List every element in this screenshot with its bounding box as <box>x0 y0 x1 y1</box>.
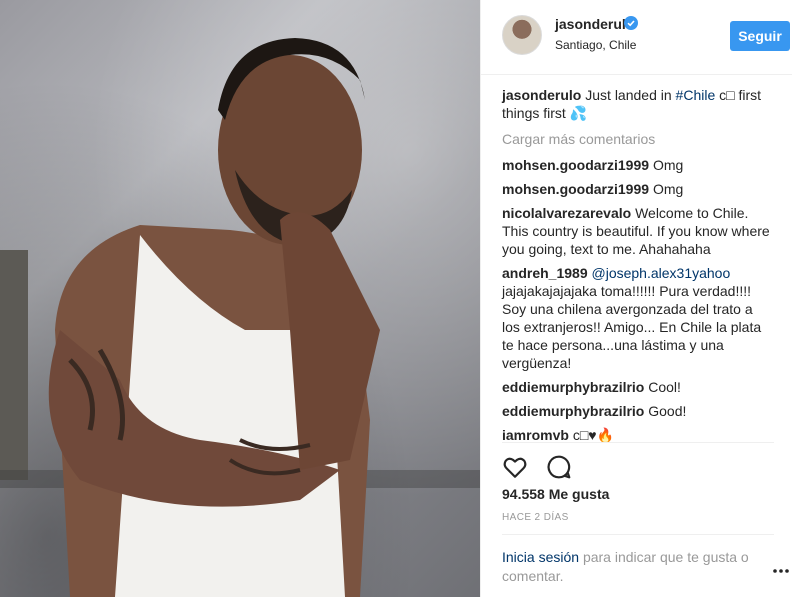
post-timestamp[interactable]: HACE 2 DÍAS <box>502 512 569 523</box>
comment-text: Good! <box>648 403 687 419</box>
comment-text: jajajakajajajaka toma!!!!!! Pura verdad!… <box>502 283 762 371</box>
photo-subject-illustration <box>48 38 380 597</box>
caption: jasonderulo Just landed in #Chile c□ fir… <box>502 86 774 122</box>
instagram-post: jasonderulo Santiago, Chile Seguir jason… <box>0 0 792 597</box>
comment-username[interactable]: eddiemurphybrazilrio <box>502 403 644 419</box>
caption-hashtag[interactable]: #Chile <box>676 87 716 103</box>
post-photo[interactable] <box>0 0 480 597</box>
caption-username[interactable]: jasonderulo <box>502 87 581 103</box>
comment-item: eddiemurphybrazilrio Cool! <box>502 378 774 396</box>
comment-text: Omg <box>652 157 684 173</box>
login-link[interactable]: Inicia sesión <box>502 549 579 565</box>
comment-username[interactable]: andreh_1989 <box>502 265 588 281</box>
login-prompt: Inicia sesión para indicar que te gusta … <box>502 548 762 586</box>
comment-username[interactable]: mohsen.goodarzi1999 <box>502 157 649 173</box>
comment-text: Omg <box>652 181 684 197</box>
post-header: jasonderulo Santiago, Chile Seguir <box>481 0 792 75</box>
avatar[interactable] <box>502 15 542 55</box>
comment-username[interactable]: iamromvb <box>502 427 569 443</box>
comment-item: eddiemurphybrazilrio Good! <box>502 402 774 420</box>
comment-mention[interactable]: @joseph.alex31yahoo <box>592 265 731 281</box>
post-actions <box>502 454 586 480</box>
comment-text: c□♥🔥 <box>572 427 615 443</box>
follow-button[interactable]: Seguir <box>730 21 790 51</box>
comment-item: nicolalvarezarevalo Welcome to Chile. Th… <box>502 204 774 258</box>
verified-badge-icon <box>624 16 638 30</box>
comment-item: mohsen.goodarzi1999 Omg <box>502 180 774 198</box>
caption-text-before: Just landed in <box>585 87 672 103</box>
comment-item: mohsen.goodarzi1999 Omg <box>502 156 774 174</box>
comment-item: andreh_1989 @joseph.alex31yahoo jajajaka… <box>502 264 774 372</box>
more-options-icon[interactable] <box>772 566 790 576</box>
load-more-comments-link[interactable]: Cargar más comentarios <box>502 130 774 148</box>
comments-list: jasonderulo Just landed in #Chile c□ fir… <box>502 86 774 450</box>
post-sidebar: jasonderulo Santiago, Chile Seguir jason… <box>480 0 792 597</box>
comment-icon[interactable] <box>546 454 572 480</box>
comment-username[interactable]: eddiemurphybrazilrio <box>502 379 644 395</box>
header-username[interactable]: jasonderulo <box>555 16 634 32</box>
comment-username[interactable]: nicolalvarezarevalo <box>502 205 631 221</box>
comment-text: Cool! <box>648 379 681 395</box>
divider <box>502 534 774 535</box>
heart-icon[interactable] <box>502 454 528 480</box>
likes-count[interactable]: 94.558 Me gusta <box>502 486 609 502</box>
header-location[interactable]: Santiago, Chile <box>555 38 636 52</box>
divider <box>502 442 774 443</box>
comment-username[interactable]: mohsen.goodarzi1999 <box>502 181 649 197</box>
